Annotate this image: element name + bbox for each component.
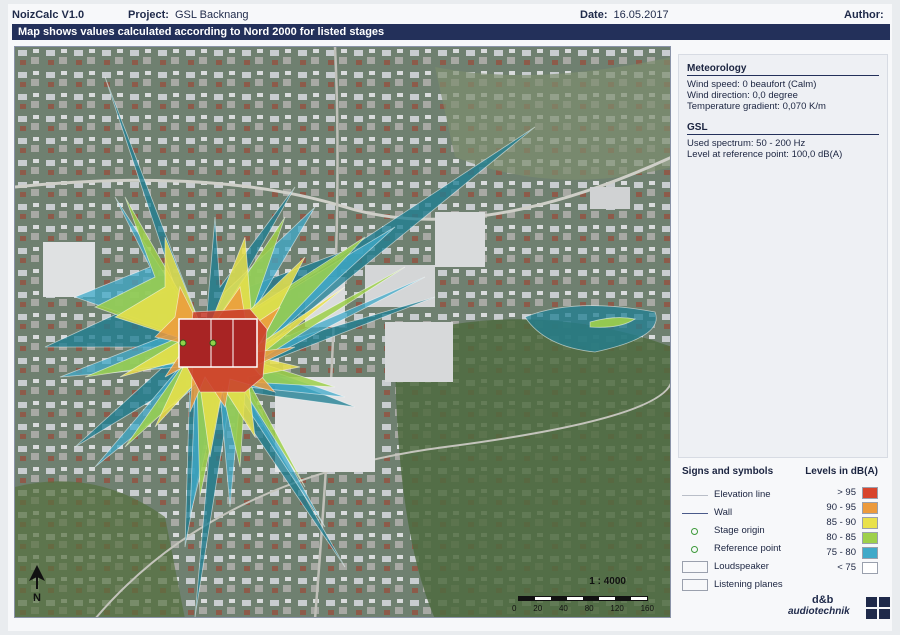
info-panel: Meteorology Wind speed: 0 beaufort (Calm… (678, 54, 888, 458)
scale-tick: 160 (640, 604, 654, 613)
level-row: 80 - 85 (808, 531, 878, 545)
project-label: Project: (128, 9, 169, 21)
date-label: Date: (580, 9, 608, 21)
scale-tick: 120 (610, 604, 624, 613)
map-title: Map shows values calculated according to… (12, 24, 890, 40)
level-color (862, 532, 878, 544)
project-field: Project: GSL Backnang (128, 9, 249, 21)
wind-speed: Wind speed: 0 beaufort (Calm) (687, 79, 817, 90)
brand-logo: d&b audiotechnik (788, 594, 898, 624)
level-row: < 75 (808, 561, 878, 575)
date-field: Date: 16.05.2017 (580, 9, 669, 21)
stage-origin-marker[interactable] (179, 339, 187, 347)
used-spectrum: Used spectrum: 50 - 200 Hz (687, 138, 806, 149)
scale-ratio: 1 : 4000 (589, 576, 626, 587)
header-bar: NoizCalc V1.0 Project: GSL Backnang Date:… (8, 4, 892, 24)
date-value: 16.05.2017 (613, 9, 669, 21)
building (435, 212, 485, 267)
scale-ticks: 0 20 40 80 120 160 (512, 604, 654, 613)
legend-loudspeaker: Loudspeaker (678, 560, 788, 574)
brand-line2: audiotechnik (788, 606, 850, 617)
legend-wall: Wall (678, 506, 788, 520)
author-label: Author: (844, 9, 884, 21)
reference-level: Level at reference point: 100,0 dB(A) (687, 149, 843, 160)
brand-line1: d&b (812, 594, 834, 606)
project-value: GSL Backnang (174, 9, 249, 21)
wind-direction: Wind direction: 0,0 degree (687, 90, 798, 101)
level-color (862, 502, 878, 514)
level-color (862, 517, 878, 529)
app-name: NoizCalc V1.0 (12, 9, 85, 21)
gsl-heading: GSL (687, 122, 879, 135)
level-row: > 95 (808, 486, 878, 500)
reference-point-marker[interactable] (209, 339, 217, 347)
scale-tick: 40 (558, 604, 568, 613)
field-area (435, 57, 670, 180)
signs-heading: Signs and symbols (682, 466, 774, 477)
noise-map[interactable]: N 1 : 4000 0 20 40 80 120 160 (14, 46, 671, 618)
stage-area[interactable] (178, 318, 258, 368)
temperature-gradient: Temperature gradient: 0,070 K/m (687, 101, 826, 112)
brand-mark-icon (866, 597, 890, 619)
legend-listening-planes: Listening planes (678, 578, 788, 592)
meteorology-heading: Meteorology (687, 63, 879, 76)
report-sheet: NoizCalc V1.0 Project: GSL Backnang Date:… (8, 4, 892, 631)
level-row: 75 - 80 (808, 546, 878, 560)
level-row: 85 - 90 (808, 516, 878, 530)
scale-tick: 80 (584, 604, 594, 613)
north-arrow: N (27, 565, 47, 603)
legend-reference-point: Reference point (678, 542, 788, 556)
scale-bar (518, 596, 648, 601)
legend-elevation-line: Elevation line (678, 488, 788, 502)
level-color (862, 547, 878, 559)
building (43, 242, 95, 297)
scale-tick: 0 (512, 604, 517, 613)
scale-tick: 20 (533, 604, 543, 613)
legend-stage-origin: Stage origin (678, 524, 788, 538)
building (590, 187, 630, 209)
north-label: N (33, 592, 41, 603)
level-color (862, 487, 878, 499)
level-color (862, 562, 878, 574)
levels-heading: Levels in dB(A) (805, 466, 878, 477)
map-canvas[interactable] (15, 47, 671, 618)
building (385, 322, 453, 382)
level-row: 90 - 95 (808, 501, 878, 515)
